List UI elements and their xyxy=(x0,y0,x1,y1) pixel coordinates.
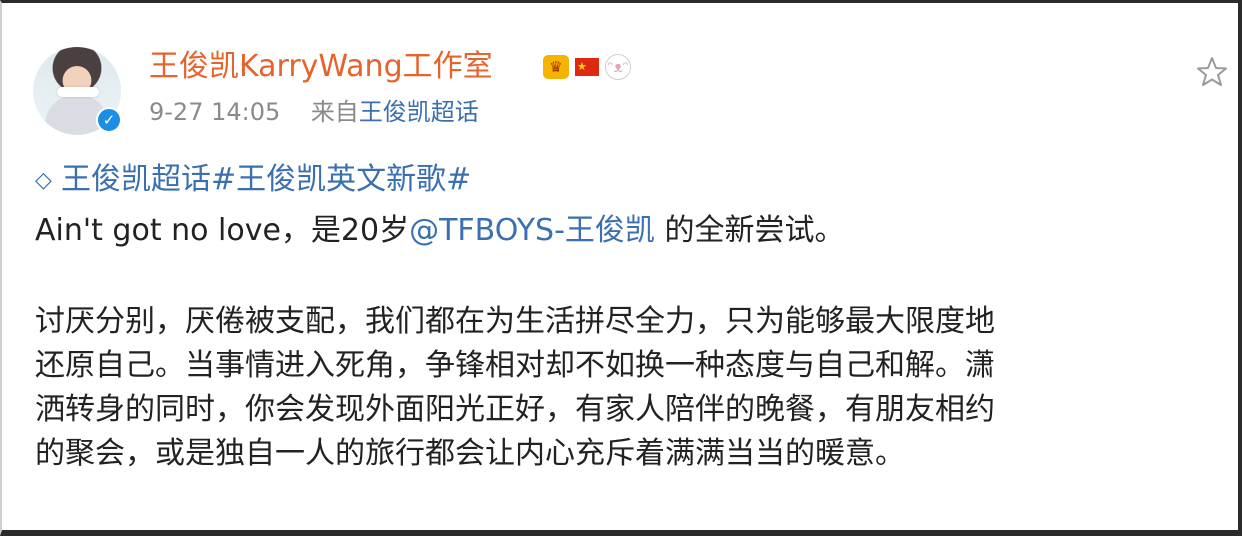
author-name[interactable]: 王俊凯KarryWang工作室 xyxy=(149,47,493,87)
mention-link[interactable]: @TFBOYS-王俊凯 xyxy=(409,213,655,248)
paragraph-line: 洒转身的同时，你会发现外面阳光正好，有家人陪伴的晚餐，有朋友相约 xyxy=(35,391,995,427)
favorite-star-icon[interactable] xyxy=(1195,55,1229,89)
weibo-post-card: ✓ 王俊凯KarryWang工作室 ♛ ★ ᵔᴥᵔ 9-27 14:05 来自王… xyxy=(0,0,1242,536)
china-flag-icon[interactable]: ★ xyxy=(575,58,599,76)
paragraph-line: 的聚会，或是独自一人的旅行都会让内心充斥着满满当当的暖意。 xyxy=(35,435,905,471)
post-time: 9-27 14:05 xyxy=(149,98,281,126)
source-link[interactable]: 王俊凯超话 xyxy=(359,98,479,126)
intro-text: Ain't got no love，是20岁 xyxy=(35,212,410,248)
topic-line[interactable]: ◇ 王俊凯超话#王俊凯英文新歌# xyxy=(35,159,1215,202)
bunny-badge-icon[interactable]: ᵔᴥᵔ xyxy=(605,54,631,80)
post-meta: 9-27 14:05 来自王俊凯超话 xyxy=(149,95,479,129)
author-badges: ♛ ★ ᵔᴥᵔ xyxy=(543,54,631,80)
paragraph-line: 讨厌分别，厌倦被支配，我们都在为生活拼尽全力，只为能够最大限度地 xyxy=(35,303,995,339)
post-content: ◇ 王俊凯超话#王俊凯英文新歌# Ain't got no love，是20岁@T… xyxy=(35,159,1215,476)
diamond-icon: ◇ xyxy=(35,167,52,193)
source-prefix: 来自 xyxy=(310,98,359,126)
post-paragraph: 讨厌分别，厌倦被支配，我们都在为生活拼尽全力，只为能够最大限度地 还原自己。当事… xyxy=(35,300,1215,476)
intro-line: Ain't got no love，是20岁@TFBOYS-王俊凯 的全新尝试。 xyxy=(35,210,1215,252)
topic-links[interactable]: 王俊凯超话#王俊凯英文新歌# xyxy=(61,162,471,197)
intro-text-end: 的全新尝试。 xyxy=(654,212,845,248)
verified-badge-icon: ✓ xyxy=(96,107,122,133)
crown-badge-icon[interactable]: ♛ xyxy=(543,55,569,79)
avatar-eye-band xyxy=(57,87,99,97)
paragraph-line: 还原自己。当事情进入死角，争锋相对却不如换一种态度与自己和解。潇 xyxy=(35,347,995,383)
